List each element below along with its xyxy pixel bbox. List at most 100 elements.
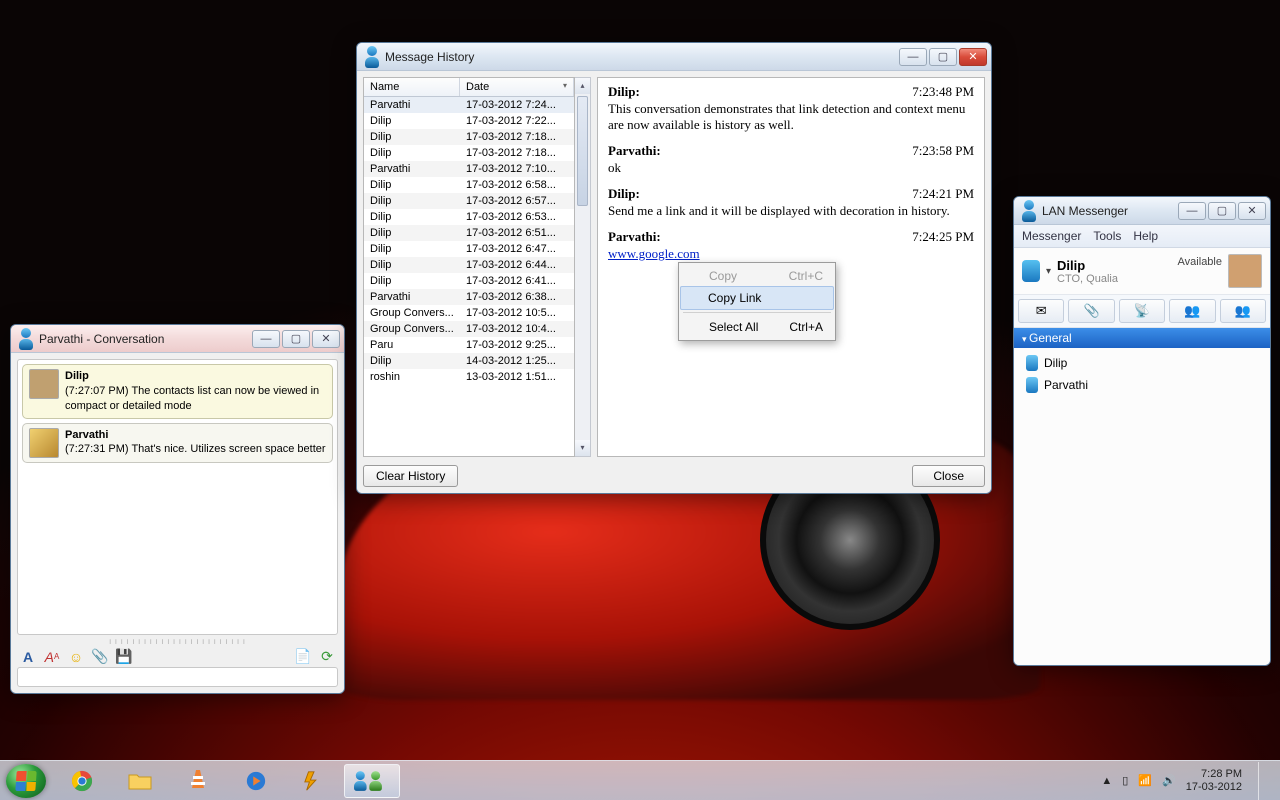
history-row[interactable]: Paru17-03-2012 9:25... — [364, 337, 574, 353]
show-desktop-button[interactable] — [1258, 762, 1270, 800]
maximize-button[interactable]: ▢ — [1208, 202, 1236, 220]
contact-item[interactable]: Parvathi — [1014, 374, 1270, 396]
history-row[interactable]: Dilip17-03-2012 7:22... — [364, 113, 574, 129]
history-row[interactable]: Parvathi17-03-2012 7:10... — [364, 161, 574, 177]
history-row[interactable]: Dilip17-03-2012 6:47... — [364, 241, 574, 257]
maximize-button[interactable]: ▢ — [282, 330, 310, 348]
minimize-button[interactable]: — — [899, 48, 927, 66]
scrollbar[interactable]: ▴ ▾ — [575, 77, 591, 457]
history-row[interactable]: Group Convers...17-03-2012 10:5... — [364, 305, 574, 321]
refresh-button[interactable]: ⟳ — [318, 648, 336, 666]
history-row[interactable]: Dilip17-03-2012 7:18... — [364, 145, 574, 161]
close-history-button[interactable]: Close — [912, 465, 985, 487]
message-input[interactable] — [17, 667, 338, 687]
history-row[interactable]: Dilip17-03-2012 6:51... — [364, 225, 574, 241]
ctx-select-all[interactable]: Select AllCtrl+A — [681, 316, 833, 338]
close-button[interactable]: ✕ — [1238, 202, 1266, 220]
toolbar-refresh[interactable]: 👥 — [1220, 299, 1266, 323]
menu-tools[interactable]: Tools — [1093, 229, 1121, 243]
main-toolbar: ✉ 📎 📡 👥 👥 — [1014, 295, 1270, 328]
history-list[interactable]: Name Date Parvathi17-03-2012 7:24...Dili… — [363, 77, 575, 457]
history-button[interactable]: 📄 — [294, 648, 312, 666]
history-titlebar[interactable]: Message History — ▢ ✕ — [357, 43, 991, 71]
minimize-button[interactable]: — — [252, 330, 280, 348]
taskbar-winamp[interactable] — [286, 764, 342, 798]
emoji-button[interactable]: ☺ — [67, 648, 85, 666]
maximize-button[interactable]: ▢ — [929, 48, 957, 66]
link[interactable]: www.google.com — [608, 246, 700, 261]
attach-button[interactable]: 📎 — [91, 648, 109, 666]
group-header[interactable]: General — [1014, 328, 1270, 348]
taskbar-wmp[interactable] — [228, 764, 284, 798]
user-header[interactable]: ▾ Dilip CTO, Qualia Available — [1014, 248, 1270, 295]
history-header[interactable]: Name Date — [364, 78, 574, 97]
tray-clock[interactable]: 7:28 PM 17-03-2012 — [1186, 768, 1242, 793]
contact-item[interactable]: Dilip — [1014, 352, 1270, 374]
taskbar-chrome[interactable] — [54, 764, 110, 798]
conversation-titlebar[interactable]: Parvathi - Conversation — ▢ ✕ — [11, 325, 344, 353]
tray-expand-icon[interactable]: ▲ — [1101, 775, 1112, 787]
message-sender: Dilip — [65, 370, 89, 382]
presence-icon — [1026, 355, 1038, 371]
tray-battery-icon[interactable]: ▯ — [1122, 774, 1128, 787]
column-name[interactable]: Name — [364, 78, 460, 96]
user-name: Dilip — [1057, 258, 1172, 273]
app-icon — [1020, 203, 1036, 219]
scroll-thumb[interactable] — [577, 96, 588, 206]
ctx-separator — [683, 312, 831, 313]
history-row[interactable]: Dilip17-03-2012 6:53... — [364, 209, 574, 225]
history-row[interactable]: Dilip17-03-2012 7:18... — [364, 129, 574, 145]
contacts-list: Dilip Parvathi — [1014, 348, 1270, 400]
font-button[interactable]: A — [19, 648, 37, 666]
conversation-title: Parvathi - Conversation — [39, 332, 250, 346]
ctx-copy-link[interactable]: Copy Link — [680, 286, 834, 310]
history-row[interactable]: Dilip17-03-2012 6:58... — [364, 177, 574, 193]
scroll-up[interactable]: ▴ — [575, 78, 590, 94]
message-time: (7:27:07 PM) — [65, 385, 129, 397]
toolbar-group[interactable]: 👥 — [1169, 299, 1215, 323]
main-window: LAN Messenger — ▢ ✕ Messenger Tools Help… — [1013, 196, 1271, 666]
close-button[interactable]: ✕ — [959, 48, 987, 66]
history-row[interactable]: Dilip17-03-2012 6:44... — [364, 257, 574, 273]
history-row[interactable]: Dilip17-03-2012 6:57... — [364, 193, 574, 209]
tray-network-icon[interactable]: 📶 — [1138, 774, 1152, 787]
ctx-copy: CopyCtrl+C — [681, 265, 833, 287]
save-button[interactable]: 💾 — [115, 648, 133, 666]
message-sender: Parvathi — [65, 429, 108, 441]
menu-help[interactable]: Help — [1133, 229, 1158, 243]
message-bubble: Parvathi (7:27:31 PM) That's nice. Utili… — [22, 423, 333, 463]
message-time: (7:27:31 PM) — [65, 443, 129, 455]
start-button[interactable] — [6, 764, 46, 798]
menu-messenger[interactable]: Messenger — [1022, 229, 1081, 243]
message-text: That's nice. Utilizes screen space bette… — [129, 443, 326, 455]
avatar — [29, 428, 59, 458]
history-row[interactable]: Dilip14-03-2012 1:25... — [364, 353, 574, 369]
history-row[interactable]: Dilip17-03-2012 6:41... — [364, 273, 574, 289]
column-date[interactable]: Date — [460, 78, 574, 96]
history-row[interactable]: Parvathi17-03-2012 6:38... — [364, 289, 574, 305]
conversation-toolbar: A AA ☺ 📎 💾 📄 ⟳ — [17, 643, 338, 667]
splitter[interactable]: ╷╷╷╷╷╷╷╷╷╷╷╷╷╷╷╷╷╷╷╷╷╷╷╷ — [17, 635, 338, 643]
history-row[interactable]: Group Convers...17-03-2012 10:4... — [364, 321, 574, 337]
history-row[interactable]: roshin13-03-2012 1:51... — [364, 369, 574, 385]
taskbar-explorer[interactable] — [112, 764, 168, 798]
toolbar-broadcast[interactable]: ✉ — [1018, 299, 1064, 323]
main-title: LAN Messenger — [1042, 204, 1176, 218]
history-row[interactable]: Parvathi17-03-2012 7:24... — [364, 97, 574, 113]
toolbar-chatroom[interactable]: 📡 — [1119, 299, 1165, 323]
close-button[interactable]: ✕ — [312, 330, 340, 348]
taskbar-lanmessenger[interactable] — [344, 764, 400, 798]
main-titlebar[interactable]: LAN Messenger — ▢ ✕ — [1014, 197, 1270, 225]
taskbar-vlc[interactable] — [170, 764, 226, 798]
conversation-messages: Dilip (7:27:07 PM) The contacts list can… — [17, 359, 338, 635]
minimize-button[interactable]: — — [1178, 202, 1206, 220]
clear-history-button[interactable]: Clear History — [363, 465, 458, 487]
user-subtitle[interactable]: CTO, Qualia — [1057, 273, 1172, 285]
status-dropdown-icon[interactable]: ▾ — [1046, 266, 1051, 277]
toolbar-file[interactable]: 📎 — [1068, 299, 1114, 323]
presence-icon — [1026, 377, 1038, 393]
tray-volume-icon[interactable]: 🔊 — [1162, 774, 1176, 787]
scroll-down[interactable]: ▾ — [575, 440, 590, 456]
font-color-button[interactable]: AA — [43, 648, 61, 666]
avatar[interactable] — [1228, 254, 1262, 288]
